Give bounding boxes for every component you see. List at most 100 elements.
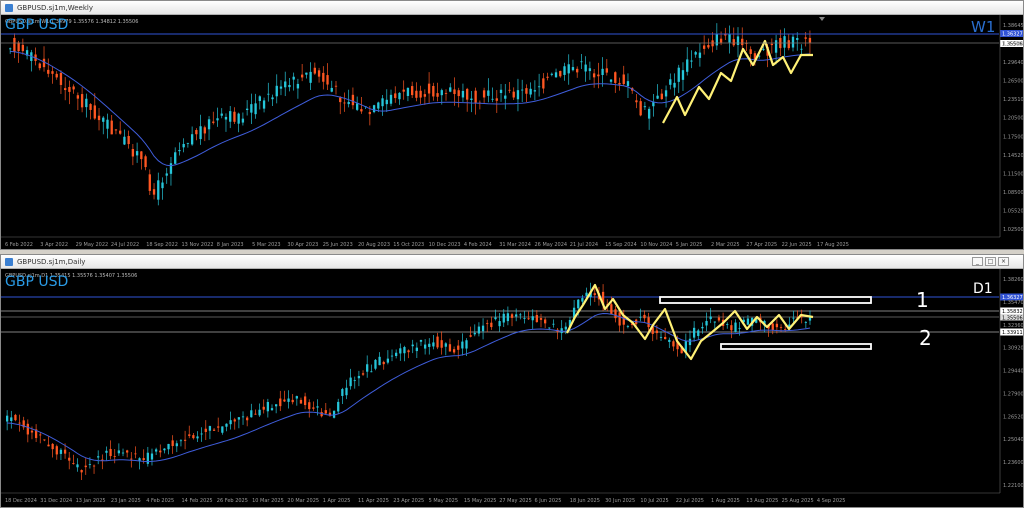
bull-candle — [481, 325, 485, 332]
daily-price-axis[interactable]: 1.38260 1.35470 1.32360 1.30920 1.29440 1.279… — [999, 269, 1023, 493]
bear-candle — [72, 86, 75, 90]
bull-candle — [169, 163, 173, 174]
weekly-time-axis[interactable]: 6 Feb 2022 3 Apr 2022 29 May 2022 24 Jul 20… — [1, 236, 1000, 248]
bull-candle — [271, 97, 274, 100]
bull-candle — [563, 66, 566, 75]
minimize-button[interactable]: _ — [972, 257, 983, 266]
bear-candle — [63, 449, 67, 454]
bear-candle — [126, 450, 129, 453]
price-axis-tick: 1.35470 — [1003, 300, 1023, 306]
bull-candle — [728, 34, 731, 43]
bull-candle — [800, 48, 803, 50]
bull-candle — [150, 453, 154, 460]
support-zone-box-2[interactable] — [720, 343, 872, 350]
bull-candle — [353, 380, 356, 382]
bull-candle — [440, 90, 443, 96]
bull-candle — [783, 36, 786, 48]
weekly-price-axis[interactable]: 1.38645 1.32630 1.29640 1.26500 1.23510 1.205… — [999, 15, 1023, 237]
bear-candle — [80, 470, 83, 473]
bull-candle — [796, 38, 799, 40]
bear-candle — [283, 399, 286, 402]
bull-candle — [791, 36, 795, 48]
price-axis-tick: 1.38645 — [1003, 23, 1023, 29]
bull-candle — [123, 136, 126, 145]
bear-candle — [42, 58, 46, 68]
maximize-button[interactable]: □ — [985, 257, 996, 266]
bull-candle — [643, 106, 647, 108]
bear-candle — [55, 446, 58, 455]
bear-candle — [394, 93, 397, 99]
daily-candles — [6, 282, 812, 480]
bear-candle — [30, 430, 34, 433]
bear-candle — [495, 98, 498, 101]
weekly-shift-marker[interactable] — [819, 17, 825, 21]
bull-candle — [567, 64, 570, 74]
resistance-zone-box-1[interactable] — [659, 296, 872, 304]
bull-candle — [626, 81, 630, 86]
price-axis-tick: 1.30920 — [1003, 346, 1023, 352]
weekly-window-titlebar[interactable]: GBPUSD.sj1m,Weekly — [1, 1, 1023, 15]
price-axis-tick: 1.22100 — [1003, 483, 1023, 489]
bear-candle — [93, 105, 96, 119]
bull-candle — [9, 48, 12, 50]
bear-candle — [544, 319, 547, 324]
time-axis-tick: 13 Nov 2022 — [182, 242, 214, 248]
bear-candle — [38, 63, 41, 69]
bull-candle — [175, 443, 178, 447]
bull-candle — [262, 100, 266, 109]
daily-time-axis[interactable]: 18 Dec 2024 31 Dec 2024 13 Jan 2025 23 Jan … — [1, 492, 1000, 504]
bull-candle — [146, 452, 149, 464]
bull-candle — [523, 318, 526, 320]
bull-candle — [106, 119, 109, 129]
bull-candle — [105, 450, 108, 453]
bear-candle — [597, 74, 600, 77]
bear-candle — [334, 85, 338, 87]
bull-candle — [487, 90, 490, 96]
bull-candle — [746, 318, 750, 325]
bull-candle — [349, 377, 352, 387]
bear-candle — [51, 443, 54, 450]
bear-candle — [787, 40, 790, 49]
time-axis-tick: 4 Feb 2025 — [146, 498, 174, 504]
bear-candle — [382, 361, 385, 365]
bull-candle — [715, 34, 719, 46]
bear-candle — [614, 309, 617, 319]
bear-candle — [423, 94, 427, 97]
bear-candle — [130, 458, 133, 460]
bull-candle — [698, 52, 702, 58]
bear-candle — [784, 329, 787, 330]
time-axis-tick: 8 Jan 2023 — [217, 242, 244, 248]
bull-candle — [734, 322, 737, 332]
time-axis-tick: 10 Nov 2024 — [640, 242, 672, 248]
time-axis-tick: 31 Dec 2024 — [40, 498, 72, 504]
time-axis-tick: 2 Mar 2025 — [711, 242, 740, 248]
daily-chart-canvas[interactable]: 1 2 GBPUSD.sj1m,D1 1.35415 1.35576 1.354… — [1, 269, 1023, 507]
daily-window-titlebar[interactable]: GBPUSD.sj1m,Daily _ □ × — [1, 255, 1023, 269]
daily-chart-window[interactable]: GBPUSD.sj1m,Daily _ □ × 1 2 GBPUSD.sj1m,… — [0, 254, 1024, 508]
price-axis-tick: 1.02500 — [1003, 227, 1023, 233]
weekly-chart-window[interactable]: GBPUSD.sj1m,Weekly GBPUSD.sj1m,W1 1.3497… — [0, 0, 1024, 250]
bear-candle — [622, 74, 625, 85]
bear-candle — [592, 73, 596, 78]
time-axis-tick: 1 Apr 2025 — [323, 498, 351, 504]
bull-candle — [296, 83, 300, 89]
bear-candle — [457, 90, 460, 97]
bear-candle — [140, 151, 143, 160]
bull-candle — [470, 98, 473, 101]
weekly-chart-canvas[interactable]: GBPUSD.sj1m,W1 1.34979 1.35576 1.34812 1… — [1, 15, 1023, 249]
bull-candle — [178, 150, 181, 152]
bull-candle — [449, 87, 452, 92]
bull-candle — [267, 93, 270, 95]
bull-candle — [713, 321, 716, 323]
bear-candle — [97, 115, 101, 121]
bull-candle — [190, 134, 194, 145]
close-button[interactable]: × — [998, 257, 1009, 266]
bull-candle — [381, 98, 384, 107]
bull-candle — [432, 342, 435, 347]
bull-candle — [288, 84, 291, 88]
time-axis-tick: 22 Jul 2025 — [676, 498, 704, 504]
daily-timeframe-label: D1 — [973, 281, 993, 297]
bear-candle — [131, 148, 135, 157]
bull-candle — [564, 326, 567, 330]
bear-candle — [635, 100, 638, 103]
